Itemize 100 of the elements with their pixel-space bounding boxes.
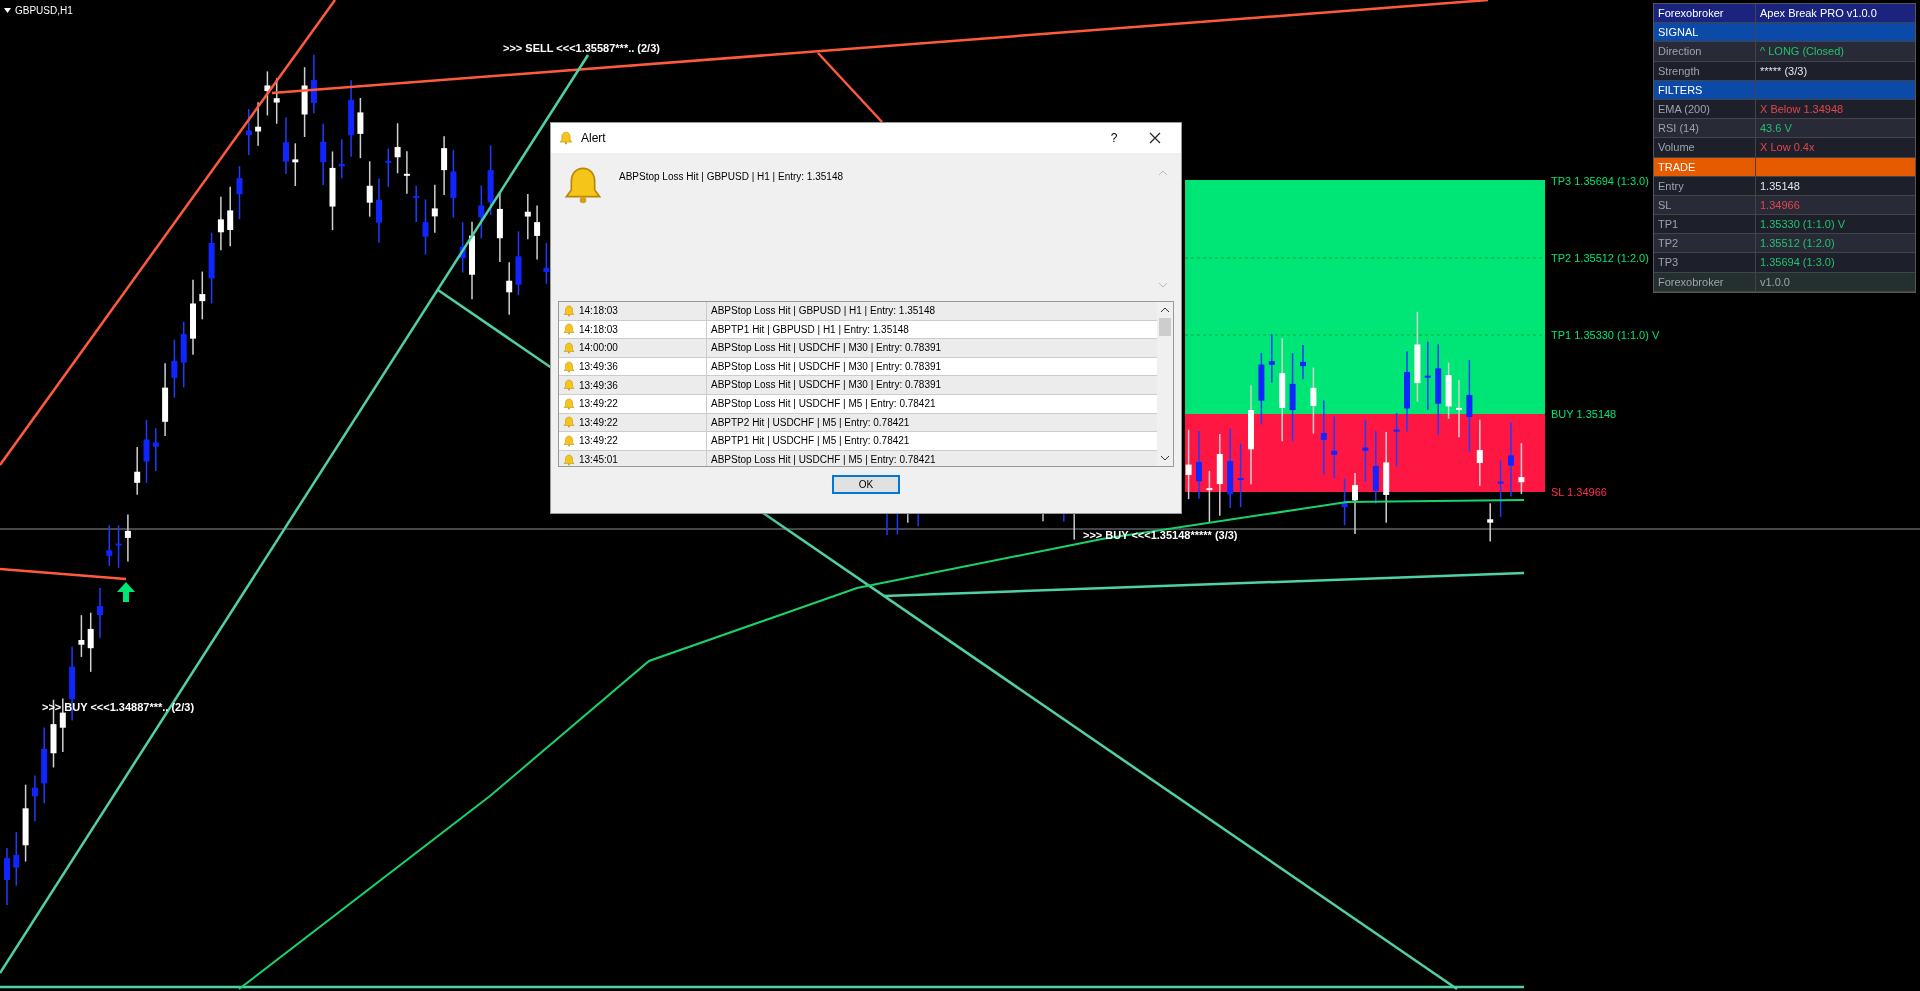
symbol-label: GBPUSD,H1 — [15, 4, 73, 18]
candlestick — [217, 195, 224, 251]
candlestick — [1341, 477, 1348, 526]
candlestick — [422, 198, 429, 256]
alert-time: 14:18:03 — [579, 322, 618, 337]
panel-value: 1.35694 (1:3.0) — [1759, 255, 1836, 271]
panel-label: TRADE — [1654, 157, 1756, 176]
alert-row[interactable]: 13:49:36 ABPStop Loss Hit | USDCHF | M30 | Entry: 0.78391 — [559, 376, 1157, 395]
window-title: Alert — [581, 130, 606, 147]
candlestick — [1352, 472, 1358, 535]
candlestick — [376, 177, 382, 244]
candlestick — [264, 70, 271, 117]
candlestick — [431, 184, 438, 234]
level-label: SL 1.34966 — [1551, 485, 1607, 500]
panel-label: FILTERS — [1654, 80, 1756, 99]
candlestick — [366, 160, 373, 218]
candlestick — [1185, 429, 1192, 500]
candlestick — [413, 185, 420, 223]
alert-time: 14:18:03 — [579, 304, 618, 319]
alert-text: ABPStop Loss Hit | USDCHF | M30 | Entry: 0.78391 — [710, 378, 943, 393]
scrollbar-icon — [1157, 302, 1173, 466]
level-label: TP2 1.35512 (1:2.0) — [1551, 251, 1649, 266]
candlestick — [59, 697, 66, 753]
alert-time: 13:49:22 — [579, 415, 618, 430]
bell-icon — [563, 453, 575, 466]
level-label: TP3 1.35694 (1:3.0) — [1551, 174, 1649, 189]
alert-time: 13:45:01 — [579, 453, 618, 466]
candlestick — [245, 108, 252, 156]
bell-icon — [563, 165, 603, 205]
candlestick — [496, 192, 503, 263]
panel-value: X Low 0.4x — [1759, 140, 1816, 156]
candlestick — [1237, 443, 1244, 508]
alert-text: ABPTP1 Hit | GBPUSD | H1 | Entry: 1.35148 — [710, 322, 910, 337]
candlestick — [1393, 412, 1400, 468]
candlestick — [1206, 470, 1213, 523]
alert-time: 13:49:36 — [579, 360, 618, 375]
candlestick — [357, 97, 364, 159]
candlestick — [255, 101, 262, 147]
candlestick — [152, 427, 159, 472]
candlestick — [292, 142, 299, 187]
signal-label: >>> SELL <<<1.35587***.. (2/3) — [503, 41, 660, 56]
alert-text: ABPTP2 Hit | USDCHF | M5 | Entry: 0.78421 — [710, 415, 911, 430]
panel-label: Entry — [1654, 176, 1756, 195]
close-icon — [1149, 132, 1161, 144]
panel-value: 1.35330 (1:1.0) V — [1759, 217, 1846, 233]
panel-label: EMA (200) — [1654, 99, 1756, 119]
bell-icon — [563, 304, 575, 317]
candlestick — [1331, 415, 1338, 479]
candlestick — [236, 165, 243, 220]
panel-value: 1.34966 — [1759, 197, 1801, 213]
candlestick — [1310, 366, 1317, 435]
candlestick — [1487, 502, 1494, 543]
panel-label: RSI (14) — [1654, 119, 1756, 138]
alert-row[interactable]: 14:18:03 ABPStop Loss Hit | GBPUSD | H1 | Entry: 1.35148 — [559, 302, 1157, 321]
panel-label: Strength — [1654, 61, 1756, 80]
panel-value: ^ LONG (Closed) — [1759, 44, 1845, 60]
candlestick — [1476, 419, 1483, 487]
alert-time: 13:49:36 — [579, 378, 618, 393]
level-label: BUY 1.35148 — [1551, 407, 1617, 422]
candlestick — [1424, 340, 1431, 411]
alert-text: ABPStop Loss Hit | GBPUSD | H1 | Entry: 1.35148 — [710, 304, 936, 318]
candlestick — [143, 418, 150, 484]
candlestick — [450, 149, 457, 219]
candlestick — [31, 774, 38, 822]
alert-time: 14:00:00 — [579, 341, 618, 356]
candlestick — [273, 77, 280, 125]
candlestick — [1196, 430, 1202, 500]
alert-text: ABPStop Loss Hit | USDCHF | M30 | Entry: 0.78391 — [710, 359, 943, 374]
help-button[interactable]: ? — [1099, 129, 1129, 147]
candlestick — [124, 513, 131, 563]
bell-icon — [563, 360, 575, 373]
candlestick — [134, 446, 141, 496]
candlestick — [506, 261, 513, 316]
candlestick — [515, 230, 522, 296]
level-label: TP1 1.35330 (1:1.0) V — [1551, 328, 1660, 343]
candlestick — [87, 612, 94, 673]
ok-button[interactable]: OK — [832, 475, 900, 494]
dropdown-icon[interactable] — [4, 8, 11, 13]
panel-label: SIGNAL — [1654, 23, 1756, 42]
panel-value: ***** (3/3) — [1759, 63, 1809, 79]
panel-value: 1.35512 (1:2.0) — [1759, 236, 1836, 252]
panel-label: TP2 — [1654, 234, 1756, 253]
alert-time: 13:49:22 — [579, 434, 618, 449]
panel-label: TP1 — [1654, 215, 1756, 234]
candlestick — [1268, 333, 1275, 384]
candlestick — [524, 193, 531, 241]
alert-row[interactable]: 13:49:22 ABPTP1 Hit | USDCHF | M5 | Entry: 0.78421 — [559, 432, 1157, 451]
panel-label: Direction — [1654, 42, 1756, 61]
candlestick — [78, 614, 85, 658]
candlestick — [283, 116, 289, 175]
bell-icon — [563, 416, 575, 429]
candlestick — [1497, 459, 1504, 518]
alert-text: ABPTP1 Hit | USDCHF | M5 | Entry: 0.78421 — [710, 434, 911, 449]
candlestick — [1362, 419, 1369, 483]
alert-text: ABPStop Loss Hit | USDCHF | M5 | Entry: 0.78421 — [710, 452, 937, 466]
candlestick — [385, 147, 392, 188]
candlestick — [487, 144, 494, 216]
panel-label: Forexobroker — [1654, 4, 1756, 23]
alert-row[interactable]: 14:00:00 ABPStop Loss Hit | USDCHF | M30 | Entry: 0.78391 — [559, 339, 1157, 358]
panel-label: Forexobroker — [1654, 272, 1756, 291]
